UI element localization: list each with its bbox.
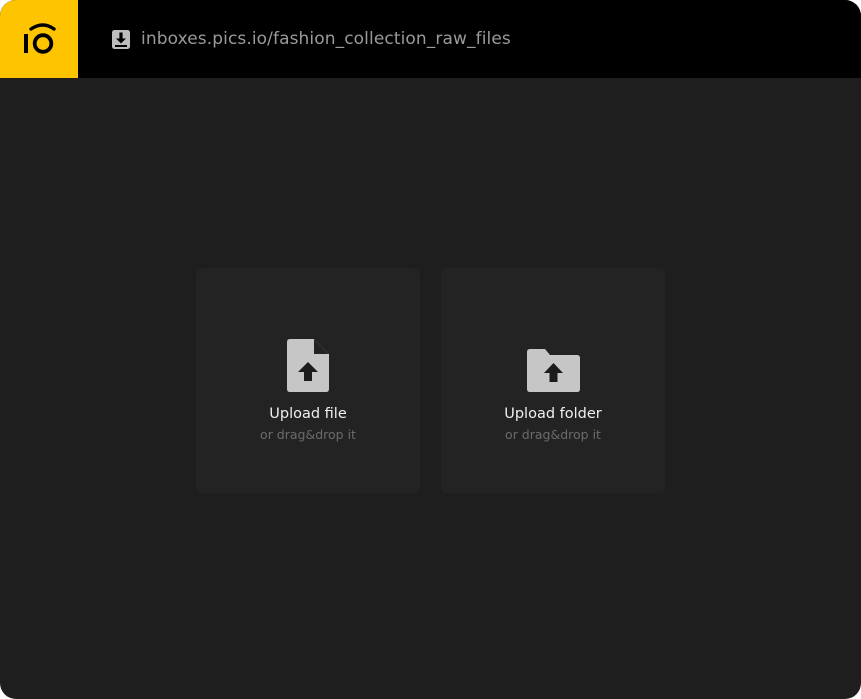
top-bar: inboxes.pics.io/fashion_collection_raw_f… bbox=[0, 0, 861, 78]
logo[interactable] bbox=[0, 0, 78, 78]
upload-folder-button[interactable]: Upload folder or drag&drop it bbox=[441, 268, 665, 493]
download-inbox-icon bbox=[110, 28, 132, 50]
folder-upload-icon bbox=[526, 338, 580, 392]
inbox-url[interactable]: inboxes.pics.io/fashion_collection_raw_f… bbox=[110, 0, 511, 78]
upload-file-label: Upload file bbox=[269, 406, 347, 422]
upload-file-hint: or drag&drop it bbox=[260, 427, 356, 442]
url-text: inboxes.pics.io/fashion_collection_raw_f… bbox=[141, 29, 511, 49]
file-upload-icon bbox=[287, 338, 329, 392]
upload-file-button[interactable]: Upload file or drag&drop it bbox=[196, 268, 420, 493]
upload-folder-label: Upload folder bbox=[504, 406, 602, 422]
upload-options: Upload file or drag&drop it Upload folde… bbox=[196, 268, 665, 493]
app-window: inboxes.pics.io/fashion_collection_raw_f… bbox=[0, 0, 861, 699]
pics-io-logo-icon bbox=[24, 23, 56, 54]
upload-folder-hint: or drag&drop it bbox=[505, 427, 601, 442]
